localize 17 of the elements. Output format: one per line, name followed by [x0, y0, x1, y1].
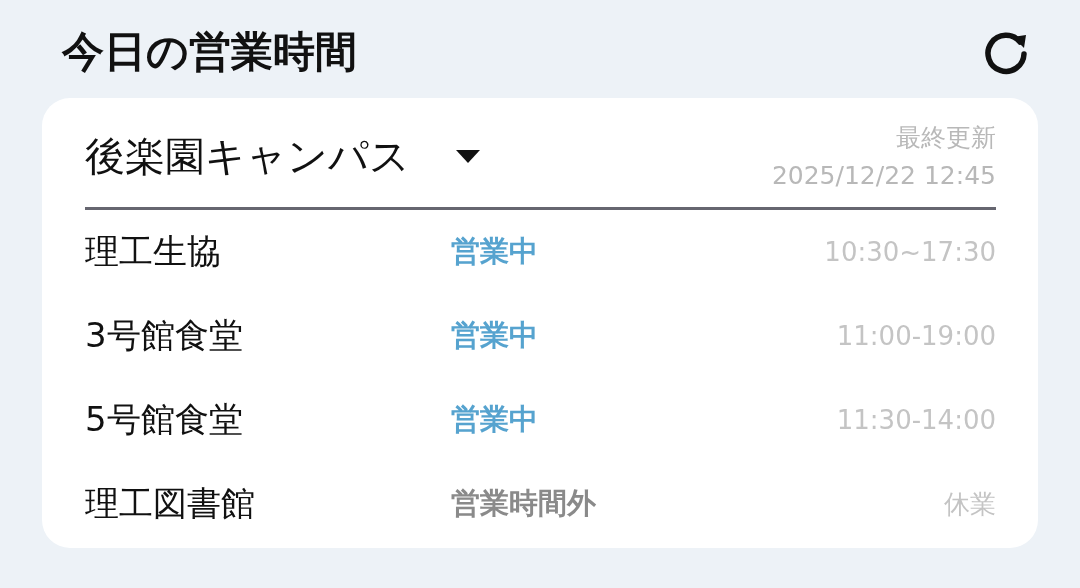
opening-hours: 休業	[944, 487, 996, 521]
updated-label: 最終更新	[895, 121, 996, 154]
campus-dropdown[interactable]: 後楽園キャンパス	[85, 129, 480, 194]
status-label: 営業時間外	[451, 485, 597, 522]
status-label: 営業中	[451, 233, 539, 270]
opening-hours: 10:30~17:30	[824, 237, 996, 267]
status-label: 営業中	[451, 317, 539, 354]
section-title: 今日の営業時間	[62, 26, 357, 78]
updated-time: 2025/12/22 12:45	[771, 159, 996, 192]
facility-name: 理工生協	[85, 230, 222, 273]
facility-name: 理工図書館	[85, 482, 256, 525]
status-label: 営業中	[451, 401, 539, 438]
caret-icon	[456, 149, 480, 164]
facility-name: 5号館食堂	[85, 398, 244, 441]
opening-hours: 11:00-19:00	[836, 321, 996, 351]
opening-hours: 11:30-14:00	[836, 405, 996, 435]
facility-name: 3号館食堂	[85, 314, 244, 357]
